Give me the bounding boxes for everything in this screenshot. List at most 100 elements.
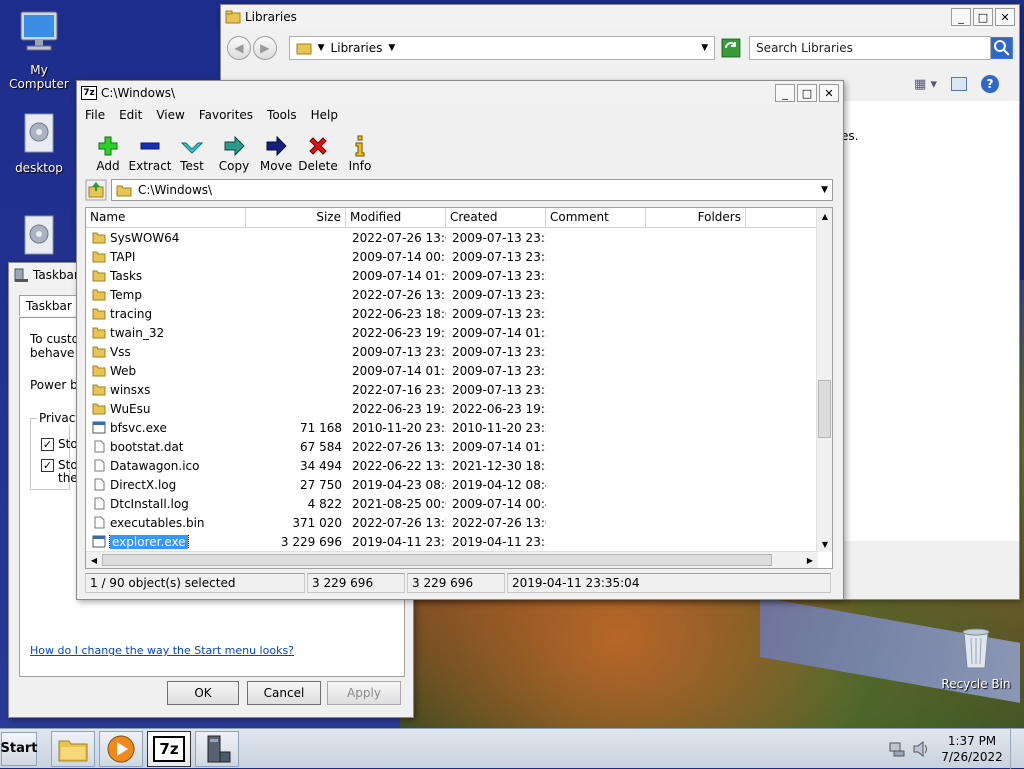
cell-modified: 2019-04-23 08:43 [352,477,446,492]
table-row[interactable]: executables.bin 371 020 2022-07-26 13:26 20… [86,513,818,532]
forward-button[interactable]: ▶ [252,36,277,60]
table-row[interactable]: Datawagon.ico 34 494 2022-06-22 13:23 2021-… [86,456,818,475]
apply-button[interactable]: Apply [327,681,401,705]
clock[interactable]: 1:37 PM 7/26/2022 [934,733,1010,765]
table-row[interactable]: Vss 2009-07-13 23:20 2009-07-13 23:20 [86,342,818,361]
path-input[interactable]: C:\Windows\ ▼ [111,179,833,201]
cell-modified: 2022-07-26 13:35 [352,287,446,302]
cancel-button[interactable]: Cancel [247,681,321,705]
table-row[interactable]: DtcInstall.log 4 822 2021-08-25 00:03 2009-… [86,494,818,513]
table-row[interactable]: tracing 2022-06-23 18:07 2009-07-13 23:20 [86,304,818,323]
view-options-icon[interactable]: ▦ ▾ [914,77,937,92]
menu-view[interactable]: View [156,108,184,122]
scroll-thumb[interactable] [818,380,831,438]
table-row[interactable]: winsxs 2022-07-16 23:55 2009-07-13 23:20 [86,380,818,399]
column-folders[interactable]: Folders [646,208,746,227]
file-icon [94,478,105,491]
refresh-icon[interactable] [721,38,741,58]
cell-modified: 2009-07-13 23:20 [352,344,446,359]
column-comment[interactable]: Comment [546,208,646,227]
start-button[interactable]: Start [1,731,38,766]
ok-button[interactable]: OK [167,681,239,705]
menu-help[interactable]: Help [311,108,338,122]
vertical-scrollbar[interactable]: ▲ ▼ [816,208,832,552]
cell-modified: 2022-06-23 18:07 [352,306,446,321]
delete-button[interactable]: Delete [297,133,339,173]
table-row[interactable]: twain_32 2022-06-23 19:25 2009-07-14 01:32 [86,323,818,342]
menu-edit[interactable]: Edit [119,108,142,122]
table-row[interactable]: Temp 2022-07-26 13:35 2009-07-13 23:20 [86,285,818,304]
7zip-titlebar[interactable]: 7z C:\Windows\ _ □ ✕ [77,81,843,105]
scroll-up-icon[interactable]: ▲ [817,208,832,224]
store-recent-programs-checkbox[interactable]: ✓ [41,437,54,451]
cell-size: 371 020 [292,515,342,530]
extract-label: Extract [128,159,172,173]
libraries-titlebar[interactable]: Libraries _ □ ✕ [221,5,1019,29]
help-icon[interactable]: ? [981,75,999,93]
address-dropdown-icon[interactable]: ▼ [701,43,708,53]
taskbar-7zip[interactable]: 7z [147,730,191,767]
table-row[interactable]: Tasks 2009-07-14 01:08 2009-07-13 23:20 [86,266,818,285]
table-row[interactable]: bfsvc.exe 71 168 2010-11-20 23:24 2010-11-2… [86,418,818,437]
table-row[interactable]: bootstat.dat 67 584 2022-07-26 13:17 2009-0… [86,437,818,456]
menu-favorites[interactable]: Favorites [199,108,253,122]
taskbar-server-manager[interactable] [195,730,239,767]
network-icon[interactable] [888,741,906,757]
cell-created: 2009-07-13 23:20 [452,287,546,302]
desktop-icon-partial[interactable] [0,214,78,263]
show-desktop-button[interactable] [1010,729,1024,769]
menu-file[interactable]: File [85,108,105,122]
volume-icon[interactable] [912,741,930,757]
scroll-right-icon[interactable]: ▶ [802,552,818,568]
back-button[interactable]: ◀ [227,36,251,60]
cell-name: bootstat.dat [86,440,246,454]
table-row[interactable]: SysWOW64 2022-07-26 13:08 2009-07-13 23:20 [86,228,818,247]
desktop-icon-recycle-bin[interactable]: Recycle Bin [938,624,1014,691]
scroll-thumb[interactable] [102,554,772,566]
table-row[interactable]: explorer.exe 3 229 696 2019-04-11 23:35 201… [86,532,818,551]
file-explorer-icon [58,740,88,761]
table-row[interactable]: DirectX.log 27 750 2019-04-23 08:43 2019-04… [86,475,818,494]
table-row[interactable]: Web 2009-07-14 01:32 2009-07-13 23:20 [86,361,818,380]
maximize-button[interactable]: □ [797,84,817,102]
desktop-icon-desktop[interactable]: desktop [0,112,78,175]
test-button[interactable]: Test [171,133,213,173]
status-date: 2019-04-11 23:35:04 [507,573,831,593]
store-recent-items-checkbox[interactable]: ✓ [41,459,54,472]
move-button[interactable]: Move [255,133,297,173]
table-row[interactable]: WuEsu 2022-06-23 19:37 2022-06-23 19:37 [86,399,818,418]
close-button[interactable]: ✕ [819,84,839,102]
add-button[interactable]: Add [87,133,129,173]
copy-button[interactable]: Copy [213,133,255,173]
minimize-button[interactable]: _ [775,84,795,102]
help-link[interactable]: How do I change the way the Start menu l… [30,644,294,657]
maximize-button[interactable]: □ [973,8,993,26]
info-button[interactable]: Info [339,133,381,173]
minimize-button[interactable]: _ [951,8,971,26]
preview-pane-icon[interactable] [951,77,967,91]
desktop-icon-my-computer[interactable]: My Computer [0,8,78,91]
close-button[interactable]: ✕ [995,8,1015,26]
column-size[interactable]: Size [246,208,346,227]
search-input[interactable]: Search Libraries [749,36,992,60]
horizontal-scrollbar[interactable]: ◀ ▶ [86,551,818,568]
column-created[interactable]: Created [446,208,546,227]
taskbar-file-explorer[interactable] [51,730,95,767]
column-name[interactable]: Name [86,208,246,227]
path-dropdown-icon[interactable]: ▼ [821,185,828,195]
folder-up-icon[interactable] [85,179,107,201]
extract-button[interactable]: Extract [128,133,172,173]
cell-created: 2009-07-14 00:46 [452,496,546,511]
scroll-down-icon[interactable]: ▼ [817,536,832,552]
table-row[interactable]: TAPI 2009-07-14 00:57 2009-07-13 23:20 [86,247,818,266]
tab-taskbar[interactable]: Taskbar [19,295,79,316]
menu-tools[interactable]: Tools [267,108,297,122]
cell-name: tracing [86,307,246,321]
column-modified[interactable]: Modified [346,208,446,227]
file-icon [94,459,105,472]
scroll-left-icon[interactable]: ◀ [86,552,102,568]
address-bar[interactable]: ▼ Libraries ▼ ▼ [288,36,716,60]
search-icon[interactable] [991,37,1013,59]
recycle-bin-icon [962,628,990,669]
taskbar-media-player[interactable] [99,730,143,767]
